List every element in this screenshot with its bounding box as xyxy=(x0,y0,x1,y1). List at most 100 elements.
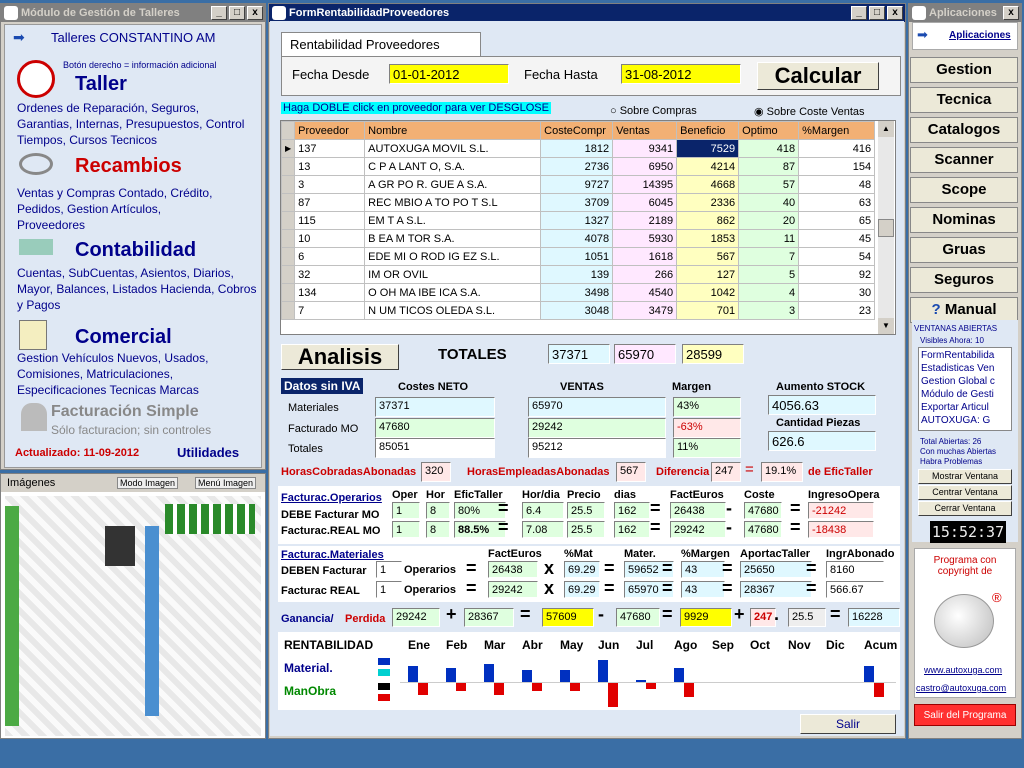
app-button-gruas[interactable]: Gruas xyxy=(910,237,1018,263)
real_mo-cell: 7.08 xyxy=(522,521,564,538)
table-cell: 3 xyxy=(294,175,366,194)
maximize-button[interactable]: □ xyxy=(869,6,885,20)
diagram-image[interactable] xyxy=(5,496,261,736)
close-button[interactable]: x xyxy=(1003,6,1019,20)
fecha-hasta-input[interactable]: 31-08-2012 xyxy=(621,64,741,84)
table-cell: 87 xyxy=(294,193,366,212)
centrar-button[interactable]: Centrar Ventana xyxy=(918,485,1012,500)
salir-programa-button[interactable]: Salir del Programa xyxy=(914,704,1016,726)
grid-scrollbar[interactable]: ▲ ▼ xyxy=(878,121,894,334)
close-button[interactable]: x xyxy=(247,6,263,20)
fecha-desde-input[interactable]: 01-01-2012 xyxy=(389,64,509,84)
col-header[interactable]: Beneficio xyxy=(676,121,740,140)
contabilidad-desc: Cuentas, SubCuentas, Asientos, Diarios, … xyxy=(17,266,257,312)
taskbar xyxy=(0,741,1024,768)
maximize-button[interactable]: □ xyxy=(229,6,245,20)
comercial-title[interactable]: Comercial xyxy=(75,326,172,349)
utilidades-link[interactable]: Utilidades xyxy=(177,445,239,460)
col-header[interactable]: Ventas xyxy=(612,121,678,140)
analisis-button[interactable]: Analisis xyxy=(281,344,399,370)
table-row[interactable]: 3A GR PO R. GUE A S.A. 9727 14395 4668 57 48 xyxy=(280,175,876,194)
salir-button[interactable]: Salir xyxy=(800,714,896,734)
table-row[interactable]: 13 C P A LANT O, S.A. 2736 6950 4214 87 154 xyxy=(280,157,876,176)
table-cell: 567 xyxy=(676,247,740,266)
app-button-nominas[interactable]: Nominas xyxy=(910,207,1018,233)
app-button-seguros[interactable]: Seguros xyxy=(910,267,1018,293)
row-selector[interactable] xyxy=(280,247,296,266)
row-selector[interactable] xyxy=(280,157,296,176)
calcular-button[interactable]: Calcular xyxy=(757,62,879,90)
apps-label: Aplicaciones xyxy=(949,30,1011,41)
ventana-item[interactable]: Exportar Articul xyxy=(921,401,1009,414)
facturacion-title[interactable]: Facturación Simple xyxy=(51,403,199,421)
col-header[interactable]: Proveedor xyxy=(294,121,366,140)
ventana-item[interactable]: AUTOXUGA: G xyxy=(921,414,1009,427)
row-selector[interactable] xyxy=(280,265,296,284)
row-selector[interactable]: ▶ xyxy=(280,139,296,158)
table-cell: 1042 xyxy=(676,283,740,302)
ventana-item[interactable]: Módulo de Gesti xyxy=(921,388,1009,401)
app-button-tecnica[interactable]: Tecnica xyxy=(910,87,1018,113)
apps-header[interactable]: ➡ Aplicaciones xyxy=(912,22,1018,50)
minimize-button[interactable]: _ xyxy=(211,6,227,20)
fo-header: FactEuros xyxy=(670,489,724,501)
row-selector[interactable] xyxy=(280,175,296,194)
table-row[interactable]: 10 B EA M TOR S.A. 4078 5930 1853 11 45 xyxy=(280,229,876,248)
col-header[interactable]: Optimo xyxy=(738,121,800,140)
app-button-catalogos[interactable]: Catalogos xyxy=(910,117,1018,143)
ventana-item[interactable]: Gestion Global c xyxy=(921,375,1009,388)
radio-compras[interactable]: ○ Sobre Compras xyxy=(610,105,697,117)
cerrar-button[interactable]: Cerrar Ventana xyxy=(918,501,1012,516)
table-row[interactable]: 115 EM T A S.L. 1327 2189 862 20 65 xyxy=(280,211,876,230)
col-header[interactable]: CosteCompr xyxy=(540,121,614,140)
scroll-up-icon[interactable]: ▲ xyxy=(878,121,894,137)
menu-dropdown[interactable]: Menú Imagen xyxy=(195,477,257,489)
table-cell: 6950 xyxy=(612,157,678,176)
mat-ventas: 65970 xyxy=(528,397,666,417)
app-button-scanner[interactable]: Scanner xyxy=(910,147,1018,173)
recambios-title[interactable]: Recambios xyxy=(75,155,182,178)
left-titlebar: Módulo de Gestión de Talleres _ □ x xyxy=(1,4,265,22)
contabilidad-title[interactable]: Contabilidad xyxy=(75,239,196,262)
radio-coste-ventas[interactable]: ◉ Sobre Coste Ventas xyxy=(754,105,865,118)
scroll-thumb[interactable] xyxy=(878,219,894,237)
cantidad-piezas-label: Cantidad Piezas xyxy=(776,417,861,429)
freal-cell: 566.67 xyxy=(826,581,884,598)
taller-title[interactable]: Taller xyxy=(75,73,127,96)
table-row[interactable]: 7N UM TICOS OLEDA S.L. 3048 3479 701 3 23 xyxy=(280,301,876,320)
material-bar xyxy=(864,666,874,682)
table-row[interactable]: 32 IM OR OVIL 139 266 127 5 92 xyxy=(280,265,876,284)
table-row[interactable]: 6 EDE MI O ROD IG EZ S.L. 1051 1618 567 7 54 xyxy=(280,247,876,266)
app-button-scope[interactable]: Scope xyxy=(910,177,1018,203)
help-icon: ? xyxy=(931,301,945,318)
row-selector[interactable] xyxy=(280,301,296,320)
table-row[interactable]: 87 REC MBIO A TO PO T S.L 3709 6045 2336 40 63 xyxy=(280,193,876,212)
table-cell: 30 xyxy=(798,283,876,302)
mostrar-button[interactable]: Mostrar Ventana xyxy=(918,469,1012,484)
month-label: Ago xyxy=(674,638,698,652)
row-selector[interactable] xyxy=(280,211,296,230)
real-mo-label: Facturac.REAL MO xyxy=(281,525,381,537)
ventana-item[interactable]: Estadisticas Ven xyxy=(921,362,1009,375)
table-cell: 6 xyxy=(294,247,366,266)
row-selector[interactable] xyxy=(280,283,296,302)
col-header[interactable]: Nombre xyxy=(364,121,542,140)
mode-dropdown[interactable]: Modo Imagen xyxy=(117,477,179,489)
provider-table[interactable]: Proveedor Nombre CosteCompr Ventas Beneficio… xyxy=(280,121,876,320)
table-row[interactable]: ▶ 137 AUTOXUGA MOVIL S.L. 1812 9341 7529 418 41… xyxy=(280,139,876,158)
app-button-gestion[interactable]: Gestion xyxy=(910,57,1018,83)
email-link[interactable]: castro@autoxuga.com xyxy=(916,683,1006,693)
web-link[interactable]: www.autoxuga.com xyxy=(924,665,1002,675)
row-selector[interactable] xyxy=(280,193,296,212)
table-row[interactable]: 134 O OH MA IBE ICA S.A. 3498 4540 1042 4 30 xyxy=(280,283,876,302)
ventanas-list[interactable]: FormRentabilida Estadisticas Ven Gestion G… xyxy=(918,347,1012,431)
ventana-item[interactable]: FormRentabilida xyxy=(921,349,1009,362)
col-header[interactable]: %Margen xyxy=(798,121,876,140)
close-button[interactable]: x xyxy=(887,6,903,20)
freal-cell: 28367 xyxy=(740,581,812,598)
tab-rentabilidad[interactable]: Rentabilidad Proveedores xyxy=(281,32,481,56)
scroll-down-icon[interactable]: ▼ xyxy=(878,318,894,334)
row-selector[interactable] xyxy=(280,229,296,248)
minimize-button[interactable]: _ xyxy=(851,6,867,20)
equals-sign: = xyxy=(745,461,754,478)
